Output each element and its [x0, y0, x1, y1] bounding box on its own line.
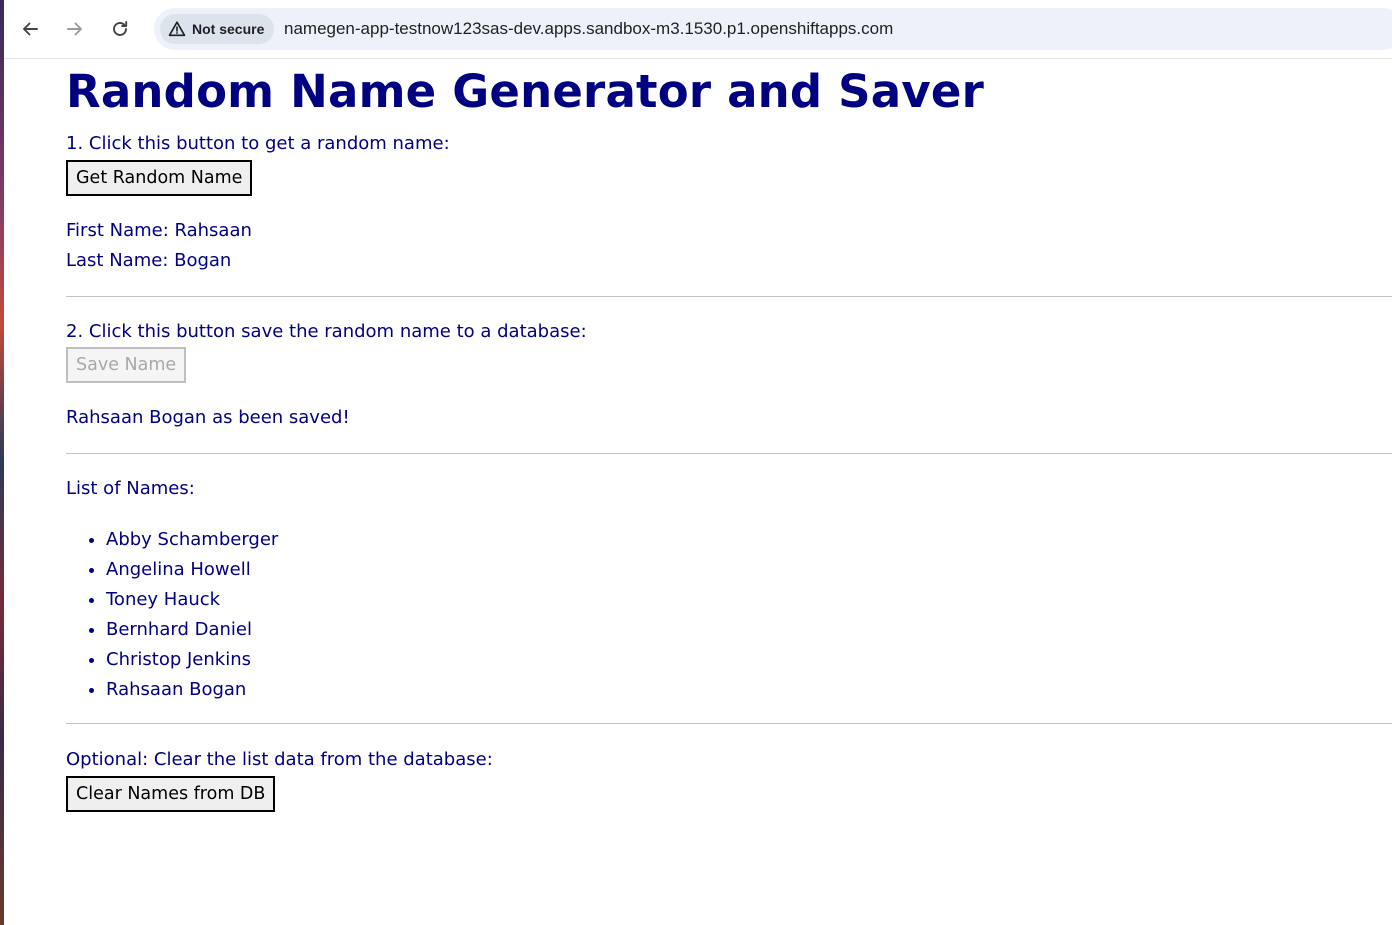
names-list: Abby Schamberger Angelina Howell Toney H… — [66, 525, 278, 705]
list-item: Bernhard Daniel — [106, 615, 278, 645]
clear-instruction: Optional: Clear the list data from the d… — [66, 749, 493, 770]
last-name-line: Last Name: Bogan — [66, 250, 232, 271]
list-item: Toney Hauck — [106, 585, 278, 615]
arrow-right-icon — [67, 22, 82, 36]
step2-instruction: 2. Click this button save the random nam… — [66, 321, 587, 342]
page-title: Random Name Generator and Saver — [66, 65, 984, 118]
url-text[interactable]: namegen-app-testnow123sas-dev.apps.sandb… — [284, 19, 893, 39]
section-divider — [66, 723, 1392, 724]
reload-icon — [113, 21, 128, 36]
clear-names-button[interactable]: Clear Names from DB — [66, 776, 276, 812]
address-bar[interactable]: Not secure namegen-app-testnow123sas-dev… — [154, 8, 1392, 50]
browser-toolbar: Not secure namegen-app-testnow123sas-dev… — [4, 0, 1392, 59]
list-item: Abby Schamberger — [106, 525, 278, 555]
section-divider — [66, 296, 1392, 297]
arrow-left-icon — [23, 22, 38, 36]
reload-button[interactable] — [104, 13, 136, 45]
list-item: Christop Jenkins — [106, 645, 278, 675]
list-heading: List of Names: — [66, 478, 195, 499]
back-button[interactable] — [14, 13, 46, 45]
get-random-name-button[interactable]: Get Random Name — [66, 160, 253, 196]
desktop-background — [0, 0, 4, 925]
save-status-message: Rahsaan Bogan as been saved! — [66, 407, 350, 428]
security-label: Not secure — [192, 21, 265, 37]
security-indicator[interactable]: Not secure — [160, 14, 275, 44]
save-name-button[interactable]: Save Name — [66, 347, 187, 383]
section-divider — [66, 453, 1392, 454]
warning-triangle-icon — [168, 21, 186, 37]
list-item: Rahsaan Bogan — [106, 675, 278, 705]
first-name-line: First Name: Rahsaan — [66, 220, 252, 241]
step1-instruction: 1. Click this button to get a random nam… — [66, 133, 450, 154]
forward-button[interactable] — [59, 13, 91, 45]
list-item: Angelina Howell — [106, 555, 278, 585]
